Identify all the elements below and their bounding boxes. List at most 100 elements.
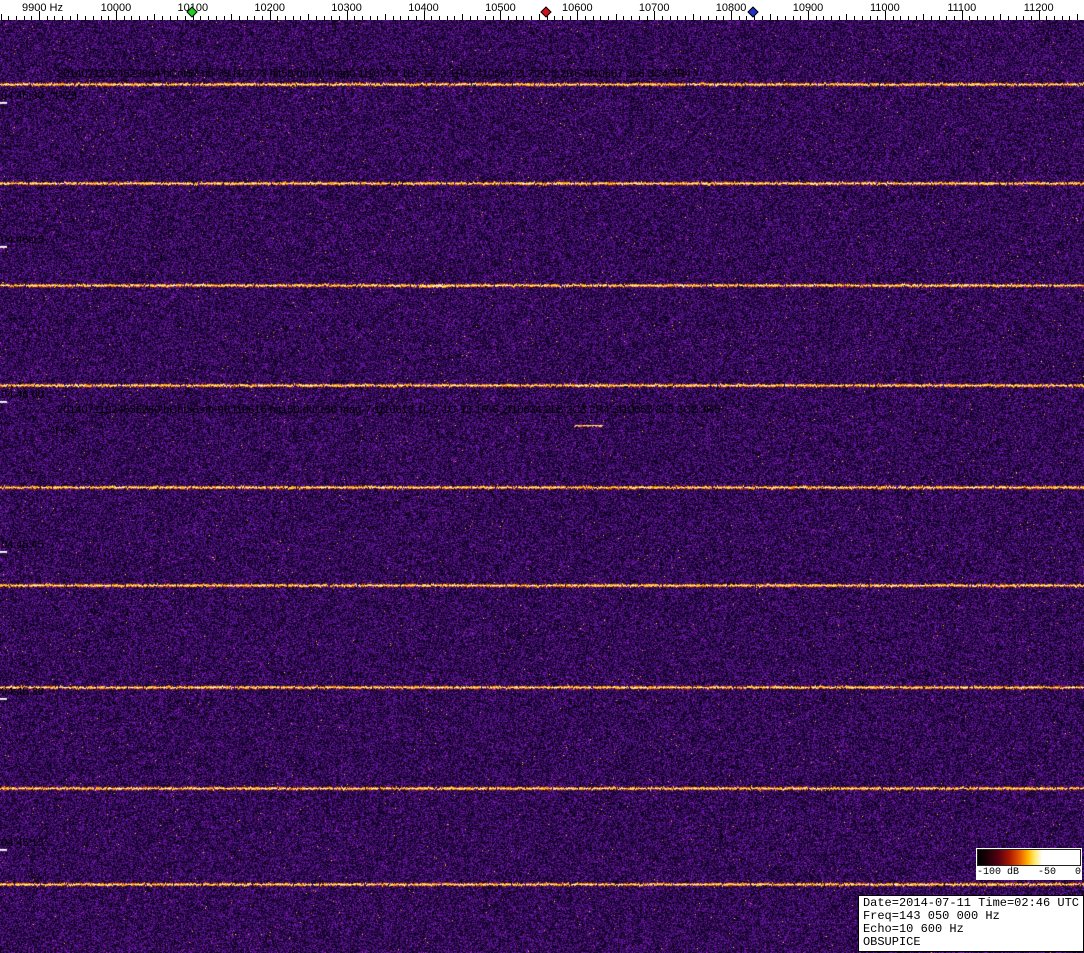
ruler-tick [408,16,409,20]
ruler-tick [1,14,2,20]
ruler-tick-label: 11100 [947,2,976,14]
ruler-tick [754,16,755,20]
ruler-tick [1031,16,1032,20]
ruler-tick [708,16,709,20]
ruler-tick-label: 10000 [101,2,132,14]
ruler-tick [854,16,855,20]
ruler-tick [462,14,463,20]
ruler-tick [831,16,832,20]
ruler-tick [600,16,601,20]
ruler-tick [493,16,494,20]
ruler-tick-label: 10500 [485,2,516,14]
ruler-tick [616,14,617,20]
ruler-tick [39,11,40,20]
ruler-tick [1069,16,1070,20]
ruler-tick [793,16,794,20]
ruler-tick [762,16,763,20]
ruler-tick [393,16,394,20]
frequency-marker-red-icon[interactable] [540,6,551,17]
ruler-tick [454,16,455,20]
ruler-tick [139,16,140,20]
ruler-tick [693,14,694,20]
ruler-tick [900,16,901,20]
ruler-tick [777,16,778,20]
ruler-tick-label: 10600 [562,2,593,14]
ruler-tick [277,16,278,20]
ruler-tick [823,16,824,20]
ruler-tick [362,16,363,20]
ruler-tick [101,16,102,20]
colorbar-mid-label: -50 [1038,866,1056,879]
ruler-tick [923,14,924,20]
ruler-tick [662,16,663,20]
ruler-tick [200,16,201,20]
ruler-tick [877,16,878,20]
ruler-tick [385,14,386,20]
ruler-tick [1046,16,1047,20]
station-info-box: Date=2014-07-11 Time=02:46 UTC Freq=143 … [858,895,1084,952]
ruler-tick [477,16,478,20]
ruler-tick [523,16,524,20]
ruler-tick-label: 10900 [793,2,824,14]
ruler-tick [531,16,532,20]
ruler-tick [539,14,540,20]
ruler-tick [485,16,486,20]
ruler-tick [24,16,25,20]
ruler-tick [208,16,209,20]
ruler-tick [816,16,817,20]
ruler-tick [570,16,571,20]
ruler-tick-label: 11200 [1024,2,1054,14]
ruler-tick [846,14,847,20]
ruler-tick [147,16,148,20]
ruler-tick [916,16,917,20]
ruler-tick [839,16,840,20]
ruler-tick [339,16,340,20]
ruler-tick [608,16,609,20]
ruler-tick [331,16,332,20]
ruler-tick [969,16,970,20]
ruler-tick [862,16,863,20]
info-station-line: OBSUPICE [863,936,1079,949]
ruler-tick [293,16,294,20]
ruler-tick [508,16,509,20]
ruler-tick [308,14,309,20]
ruler-tick-label: 10400 [408,2,439,14]
ruler-tick [416,16,417,20]
ruler-tick [946,16,947,20]
ruler-tick [593,16,594,20]
ruler-tick [254,16,255,20]
ruler-tick [300,16,301,20]
ruler-tick [54,16,55,20]
ruler-tick-label: 11000 [870,2,900,14]
ruler-tick [954,16,955,20]
ruler-tick [770,14,771,20]
colorbar-legend: -100 dB -50 0 [976,848,1082,880]
ruler-tick [185,16,186,20]
ruler-tick [993,16,994,20]
frequency-marker-blue-icon[interactable] [747,6,758,17]
ruler-tick [470,16,471,20]
ruler-tick [70,16,71,20]
ruler-tick [1054,16,1055,20]
ruler-tick [723,16,724,20]
ruler-tick [870,16,871,20]
ruler-tick [77,14,78,20]
ruler-tick [1077,14,1078,20]
ruler-tick [108,16,109,20]
ruler-tick [562,16,563,20]
ruler-tick [700,16,701,20]
ruler-tick [893,16,894,20]
colorbar-labels: -100 dB -50 0 [977,866,1081,879]
ruler-tick [785,16,786,20]
ruler-tick [62,16,63,20]
ruler-tick [216,16,217,20]
ruler-tick [516,16,517,20]
ruler-tick [639,16,640,20]
ruler-tick [377,16,378,20]
colorbar-max-label: 0 [1075,866,1081,879]
ruler-tick [746,16,747,20]
ruler-tick-label: 10200 [254,2,285,14]
ruler-tick [1016,16,1017,20]
ruler-start-label: 9900 Hz [22,2,63,14]
ruler-tick [262,16,263,20]
